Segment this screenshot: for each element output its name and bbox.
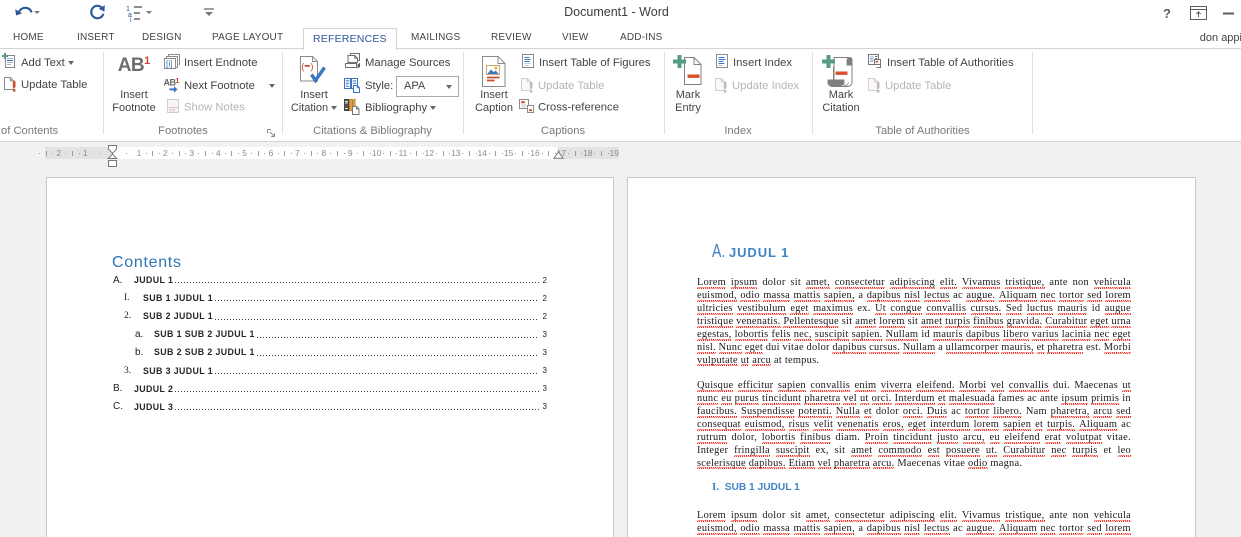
svg-text:): )	[310, 62, 313, 73]
svg-text:[i]: [i]	[166, 59, 173, 69]
svg-text:1: 1	[175, 76, 179, 85]
